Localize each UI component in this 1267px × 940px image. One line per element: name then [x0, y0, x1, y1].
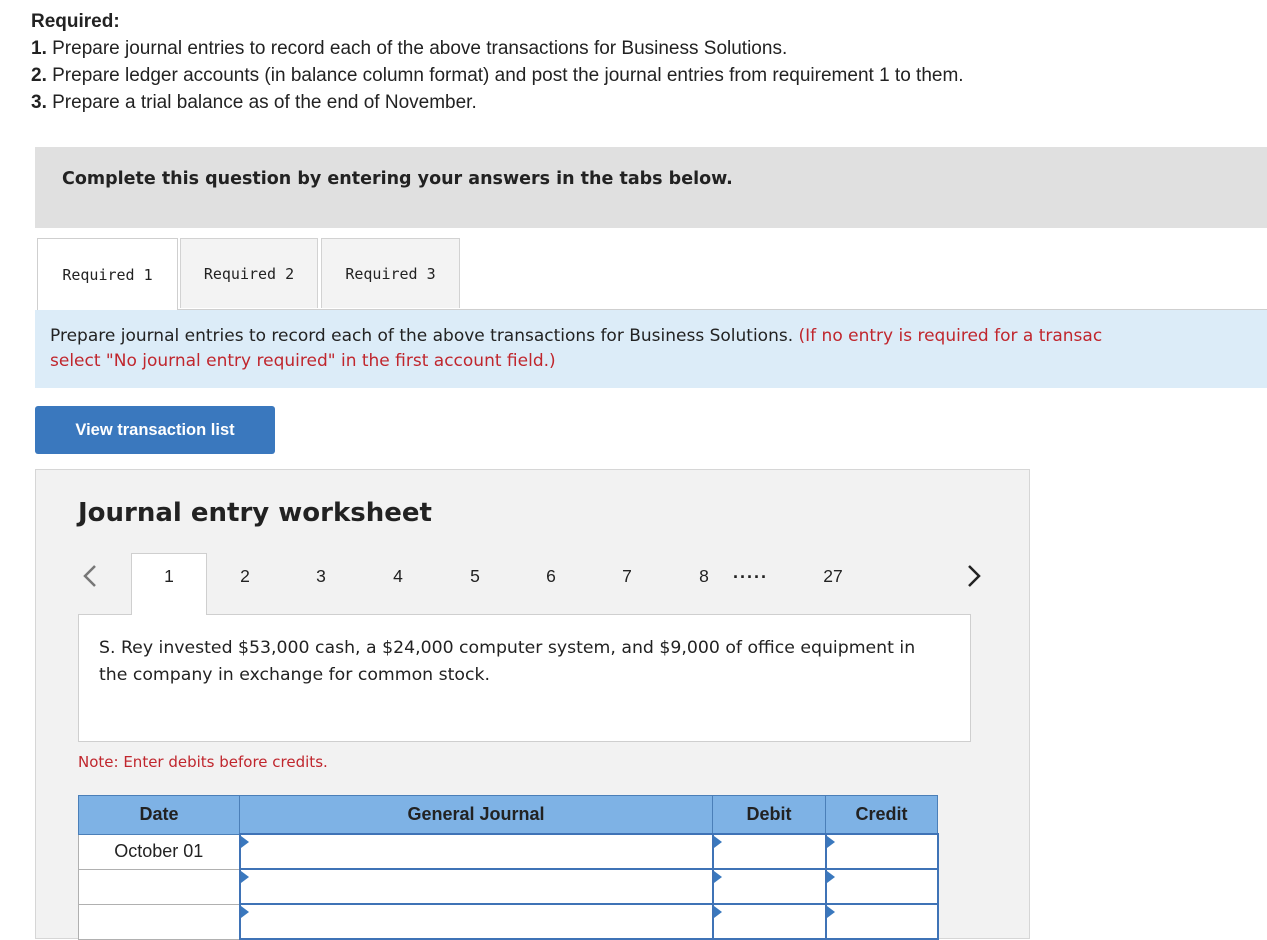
requirement-2: 2. Prepare ledger accounts (in balance c… — [31, 62, 964, 89]
table-row: October 01 — [78, 833, 939, 870]
requirement-number: 1. — [31, 38, 47, 59]
page-4[interactable]: 4 — [383, 566, 413, 587]
account-input[interactable] — [238, 833, 714, 870]
transaction-description: S. Rey invested $53,000 cash, a $24,000 … — [99, 638, 916, 685]
header-credit: Credit — [825, 795, 938, 835]
page-7[interactable]: 7 — [612, 566, 642, 587]
instruction-main: Prepare journal entries to record each o… — [50, 326, 799, 346]
page-8[interactable]: 8 — [689, 566, 719, 587]
instruction-panel: Prepare journal entries to record each o… — [35, 310, 1267, 388]
account-input[interactable] — [238, 903, 714, 940]
table-row — [78, 903, 939, 940]
page-6[interactable]: 6 — [536, 566, 566, 587]
tab-required-3[interactable]: Required 3 — [321, 238, 460, 308]
debit-input[interactable] — [711, 903, 827, 940]
date-cell — [78, 868, 240, 905]
input-marker-icon — [826, 836, 835, 848]
dropdown-marker-icon — [240, 906, 249, 918]
page-2[interactable]: 2 — [230, 566, 260, 587]
page-3[interactable]: 3 — [306, 566, 336, 587]
instruction-banner: Complete this question by entering your … — [35, 147, 1267, 228]
header-date: Date — [78, 795, 240, 835]
requirements: Required: 1. Prepare journal entries to … — [31, 8, 964, 116]
input-marker-icon — [826, 906, 835, 918]
tab-required-1[interactable]: Required 1 — [37, 238, 178, 310]
debit-input[interactable] — [711, 833, 827, 870]
requirement-text: Prepare ledger accounts (in balance colu… — [46, 65, 964, 86]
banner-text: Complete this question by entering your … — [62, 169, 733, 189]
debits-note: Note: Enter debits before credits. — [78, 753, 328, 771]
requirement-text: Prepare journal entries to record each o… — [46, 38, 788, 59]
next-page-button[interactable] — [962, 560, 986, 592]
tab-required-2[interactable]: Required 2 — [180, 238, 318, 308]
dropdown-marker-icon — [240, 871, 249, 883]
requirement-3: 3. Prepare a trial balance as of the end… — [31, 89, 964, 116]
chevron-left-icon — [83, 565, 96, 587]
previous-page-button[interactable] — [78, 560, 102, 592]
account-input[interactable] — [238, 868, 714, 905]
requirement-text: Prepare a trial balance as of the end of… — [46, 92, 477, 113]
input-marker-icon — [713, 906, 722, 918]
debit-input[interactable] — [711, 868, 827, 905]
table-row — [78, 868, 939, 905]
transaction-description-box: S. Rey invested $53,000 cash, a $24,000 … — [78, 614, 971, 742]
dropdown-marker-icon — [240, 836, 249, 848]
input-marker-icon — [713, 871, 722, 883]
page-ellipsis: ..... — [733, 562, 769, 582]
table-header-row: Date General Journal Debit Credit — [78, 795, 938, 835]
input-marker-icon — [826, 871, 835, 883]
instruction-note-cont: select "No journal entry required" in th… — [50, 351, 556, 371]
header-debit: Debit — [712, 795, 826, 835]
instruction-text: Prepare journal entries to record each o… — [50, 324, 1102, 374]
credit-input[interactable] — [824, 903, 939, 940]
journal-table: Date General Journal Debit Credit Octobe… — [78, 795, 939, 940]
chevron-right-icon — [968, 565, 981, 587]
requirement-number: 2. — [31, 65, 47, 86]
page-27[interactable]: 27 — [818, 566, 848, 587]
date-cell: October 01 — [78, 833, 240, 870]
credit-input[interactable] — [824, 833, 939, 870]
instruction-note: (If no entry is required for a transac — [798, 326, 1103, 346]
header-general-journal: General Journal — [239, 795, 713, 835]
page-5[interactable]: 5 — [460, 566, 490, 587]
requirement-1: 1. Prepare journal entries to record eac… — [31, 35, 964, 62]
requirement-number: 3. — [31, 92, 47, 113]
date-cell — [78, 903, 240, 940]
credit-input[interactable] — [824, 868, 939, 905]
input-marker-icon — [713, 836, 722, 848]
page-1[interactable]: 1 — [154, 566, 184, 587]
requirements-heading: Required: — [31, 11, 120, 32]
worksheet-title: Journal entry worksheet — [78, 498, 432, 528]
view-transaction-list-button[interactable]: View transaction list — [35, 406, 275, 454]
